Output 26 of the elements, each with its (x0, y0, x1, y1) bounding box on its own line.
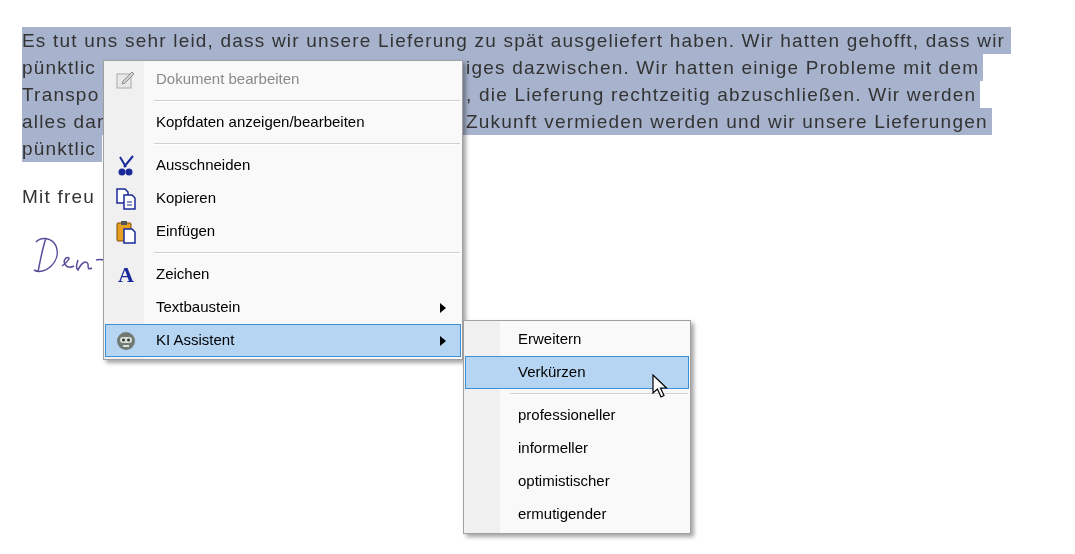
font-icon: A (118, 263, 134, 286)
selected-text: , die Lieferung rechtzeitig abzuschließen. Wir werden (462, 81, 981, 108)
selected-text: Es tut uns sehr leid, dass wir unsere Lieferung zu spät ausgeliefert haben. Wir hatten gehofft, dass wir (22, 27, 1012, 54)
menu-item[interactable]: Erweitern (465, 323, 689, 356)
scissors-icon (116, 154, 136, 177)
submenu-arrow-icon (440, 302, 446, 313)
selected-text: iges dazwischen. Wir hatten einige Probleme mit dem (462, 54, 984, 81)
menu-item[interactable]: Kopieren (105, 182, 461, 215)
selected-text: Zukunft vermieden werden und wir unsere Lieferungen (462, 108, 992, 135)
pencil-icon (116, 69, 136, 90)
menu-item[interactable]: ermutigender (465, 498, 689, 531)
selected-text: pünktlic (22, 135, 103, 162)
menu-item[interactable]: Einfügen (105, 215, 461, 248)
menu-item[interactable]: optimistischer (465, 465, 689, 498)
menu-item[interactable]: KI Assistent (105, 324, 461, 357)
menu-item[interactable]: informeller (465, 432, 689, 465)
menu-item[interactable]: Ausschneiden (105, 149, 461, 182)
clipboard-icon (115, 219, 137, 244)
copy-icon (115, 187, 137, 210)
menu-item[interactable]: professioneller (465, 399, 689, 432)
menu-item[interactable]: Textbaustein (105, 291, 461, 324)
closing-text: Mit freu (22, 185, 95, 209)
submenu-arrow-icon (440, 335, 446, 346)
menu-item[interactable]: Verkürzen (465, 356, 689, 389)
menu-item[interactable]: A Zeichen (105, 258, 461, 291)
robot-icon (116, 330, 136, 351)
